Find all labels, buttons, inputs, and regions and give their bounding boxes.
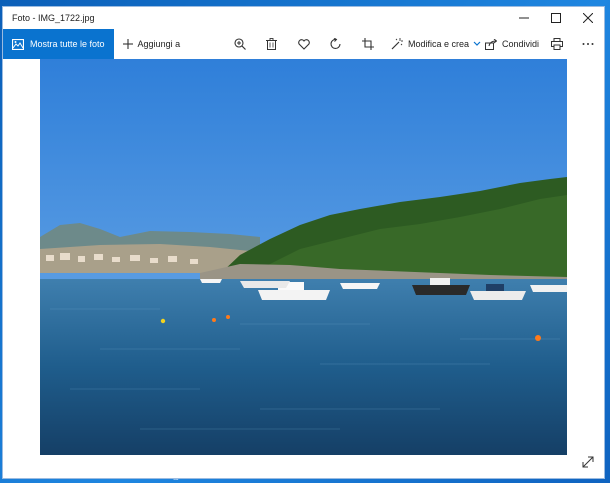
harbor-photo: [40, 59, 567, 455]
heart-icon: [298, 38, 310, 50]
rotate-icon: [330, 38, 341, 50]
share-icon: [485, 38, 497, 50]
title-bar[interactable]: Foto - IMG_1722.jpg: [3, 7, 604, 29]
delete-button[interactable]: [261, 29, 281, 59]
share-label: Condividi: [502, 39, 540, 49]
show-all-photos-button[interactable]: Mostra tutte le foto: [3, 29, 114, 59]
share-button[interactable]: Condividi: [485, 29, 539, 59]
maximize-icon: [551, 13, 561, 23]
close-icon: [583, 13, 593, 23]
edit-create-button[interactable]: Modifica e crea: [391, 29, 481, 59]
show-all-photos-label: Mostra tutte le foto: [30, 39, 105, 49]
edit-create-label: Modifica e crea: [408, 39, 470, 49]
plus-icon: [122, 39, 133, 49]
expand-icon: [582, 456, 594, 468]
photos-icon: [12, 38, 24, 50]
crop-icon: [362, 38, 374, 50]
window-title: Foto - IMG_1722.jpg: [12, 13, 95, 23]
fullscreen-button[interactable]: [580, 454, 596, 470]
trash-icon: [265, 38, 277, 50]
add-to-button[interactable]: Aggiungi a: [122, 39, 181, 49]
minimize-button[interactable]: [508, 7, 540, 29]
toolbar: Mostra tutte le foto Aggiungi a Modifica…: [3, 29, 604, 59]
maximize-button[interactable]: [540, 7, 572, 29]
zoom-button[interactable]: [230, 29, 250, 59]
close-button[interactable]: [572, 7, 604, 29]
add-to-label: Aggiungi a: [137, 39, 181, 49]
printer-icon: [551, 38, 563, 50]
print-button[interactable]: [548, 29, 566, 59]
magic-wand-icon: [391, 38, 403, 50]
more-icon: [582, 43, 594, 45]
more-options-button[interactable]: [578, 29, 598, 59]
chevron-down-icon: [473, 41, 481, 46]
favorite-button[interactable]: [294, 29, 314, 59]
photos-app-window: Foto - IMG_1722.jpg Mostra tutte le foto: [3, 7, 604, 478]
rotate-button[interactable]: [326, 29, 346, 59]
minimize-icon: [519, 17, 529, 19]
photo-viewer-image[interactable]: [40, 59, 567, 455]
zoom-in-icon: [234, 38, 246, 50]
crop-button[interactable]: [358, 29, 378, 59]
